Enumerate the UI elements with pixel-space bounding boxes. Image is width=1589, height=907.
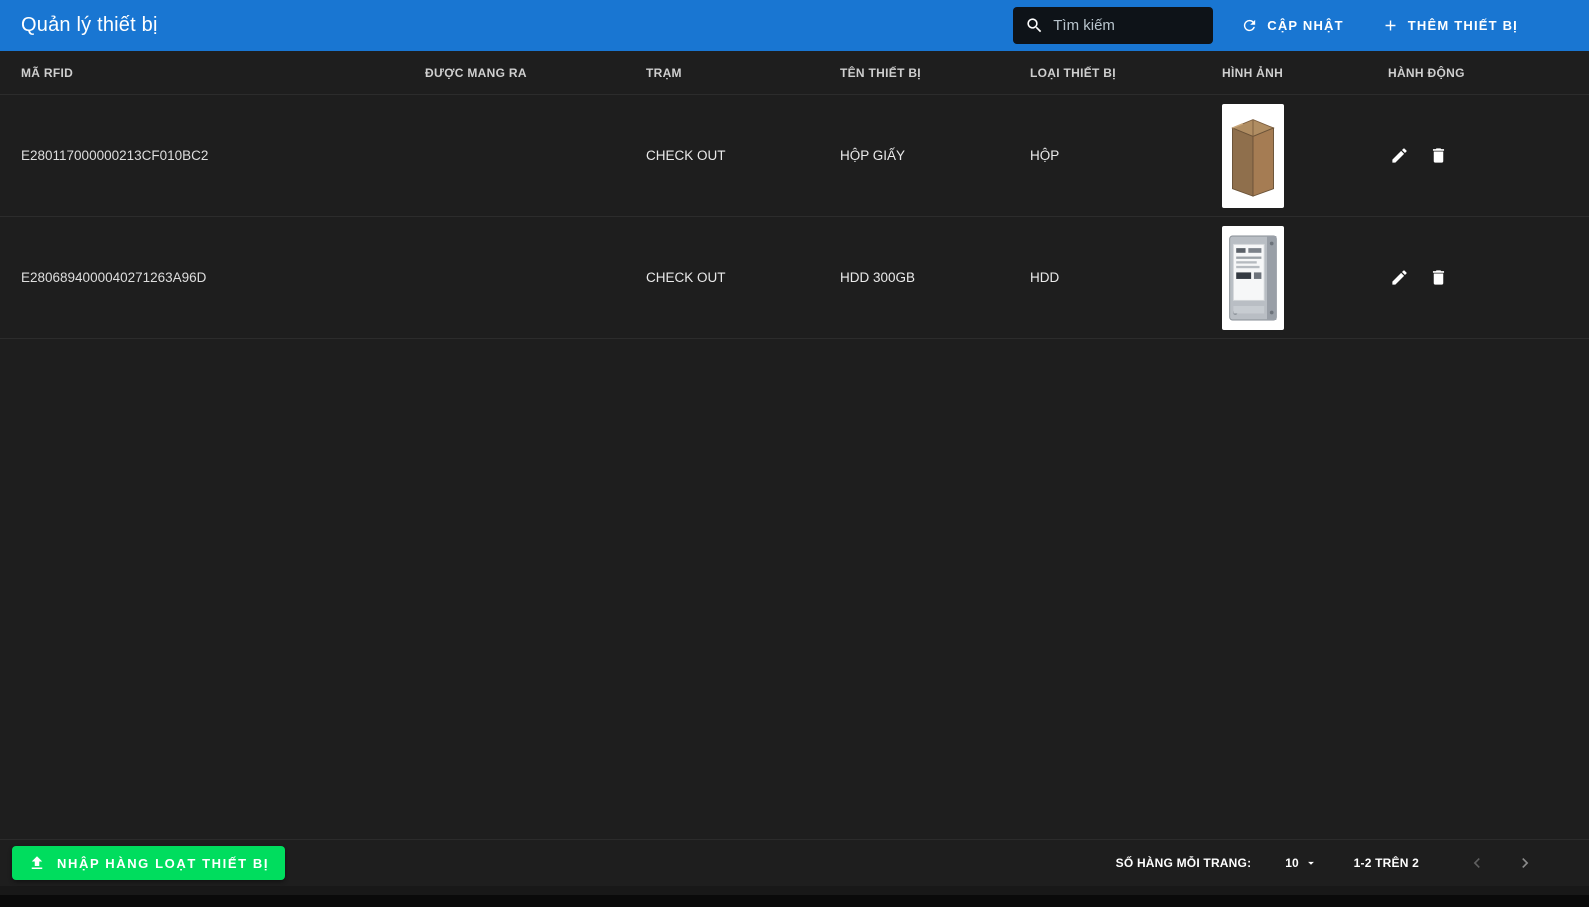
device-name-cell: HDD 300GB	[840, 270, 1030, 285]
window-edge	[0, 886, 1589, 895]
trash-icon	[1429, 268, 1448, 287]
device-management-app: Quản lý thiết bị CẬP NHẬT THÊM THIẾT BỊ	[0, 0, 1589, 886]
device-type-cell: HỘP	[1030, 148, 1222, 163]
pencil-icon	[1390, 268, 1409, 287]
delete-button[interactable]	[1427, 266, 1450, 289]
cardboard-box-thumbnail	[1222, 104, 1284, 208]
table-row: E2806894000040271263A96D CHECK OUT HDD 3…	[0, 217, 1589, 339]
image-cell	[1222, 104, 1388, 208]
rfid-cell: E280117000000213CF010BC2	[21, 148, 425, 163]
column-header-rfid: MÃ RFID	[21, 66, 425, 80]
table-empty-area	[0, 339, 1589, 839]
footer-bar: NHẬP HÀNG LOẠT THIẾT BỊ SỐ HÀNG MỖI TRAN…	[0, 839, 1589, 886]
update-button[interactable]: CẬP NHẬT	[1231, 9, 1354, 42]
column-header-device-name: TÊN THIẾT BỊ	[840, 66, 1030, 80]
actions-cell	[1388, 266, 1568, 289]
app-header: Quản lý thiết bị CẬP NHẬT THÊM THIẾT BỊ	[0, 0, 1589, 51]
edit-button[interactable]	[1388, 266, 1411, 289]
bulk-import-button-label: NHẬP HÀNG LOẠT THIẾT BỊ	[57, 856, 269, 871]
dropdown-arrow-icon	[1304, 856, 1318, 870]
hard-drive-thumbnail	[1222, 226, 1284, 330]
column-header-taken-out: ĐƯỢC MANG RA	[425, 66, 646, 80]
search-icon	[1025, 16, 1044, 35]
column-header-actions: HÀNH ĐỘNG	[1388, 66, 1568, 80]
table-header-row: MÃ RFID ĐƯỢC MANG RA TRẠM TÊN THIẾT BỊ L…	[0, 51, 1589, 95]
search-box[interactable]	[1013, 7, 1213, 44]
add-device-button[interactable]: THÊM THIẾT BỊ	[1372, 9, 1528, 42]
window-edge	[0, 895, 1589, 907]
bulk-import-button[interactable]: NHẬP HÀNG LOẠT THIẾT BỊ	[12, 846, 285, 880]
pencil-icon	[1390, 146, 1409, 165]
search-input[interactable]	[1053, 17, 1201, 34]
topbar-actions: CẬP NHẬT THÊM THIẾT BỊ	[1013, 7, 1568, 44]
device-name-cell: HỘP GIẤY	[840, 148, 1030, 163]
pagination: SỐ HÀNG MỖI TRANG: 10 1-2 TRÊN 2	[1116, 851, 1589, 875]
update-button-label: CẬP NHẬT	[1267, 18, 1344, 33]
rfid-cell: E2806894000040271263A96D	[21, 270, 425, 285]
edit-button[interactable]	[1388, 144, 1411, 167]
chevron-right-icon	[1515, 853, 1535, 873]
trash-icon	[1429, 146, 1448, 165]
add-device-button-label: THÊM THIẾT BỊ	[1408, 18, 1518, 33]
rows-per-page-value: 10	[1285, 856, 1298, 870]
image-cell	[1222, 226, 1388, 330]
table-row: E280117000000213CF010BC2 CHECK OUT HỘP G…	[0, 95, 1589, 217]
column-header-image: HÌNH ẢNH	[1222, 66, 1388, 80]
column-header-station: TRẠM	[646, 66, 840, 80]
column-header-device-type: LOẠI THIẾT BỊ	[1030, 66, 1222, 80]
actions-cell	[1388, 144, 1568, 167]
page-nav	[1465, 851, 1537, 875]
prev-page-button[interactable]	[1465, 851, 1489, 875]
delete-button[interactable]	[1427, 144, 1450, 167]
page-title: Quản lý thiết bị	[21, 14, 158, 37]
rows-per-page-label: SỐ HÀNG MỖI TRANG:	[1116, 856, 1252, 870]
refresh-icon	[1241, 17, 1258, 34]
rows-per-page-select[interactable]: 10	[1285, 856, 1317, 870]
plus-icon	[1382, 17, 1399, 34]
next-page-button[interactable]	[1513, 851, 1537, 875]
station-cell: CHECK OUT	[646, 270, 840, 285]
upload-icon	[28, 854, 46, 872]
device-type-cell: HDD	[1030, 270, 1222, 285]
station-cell: CHECK OUT	[646, 148, 840, 163]
chevron-left-icon	[1467, 853, 1487, 873]
page-range-label: 1-2 TRÊN 2	[1354, 856, 1419, 870]
